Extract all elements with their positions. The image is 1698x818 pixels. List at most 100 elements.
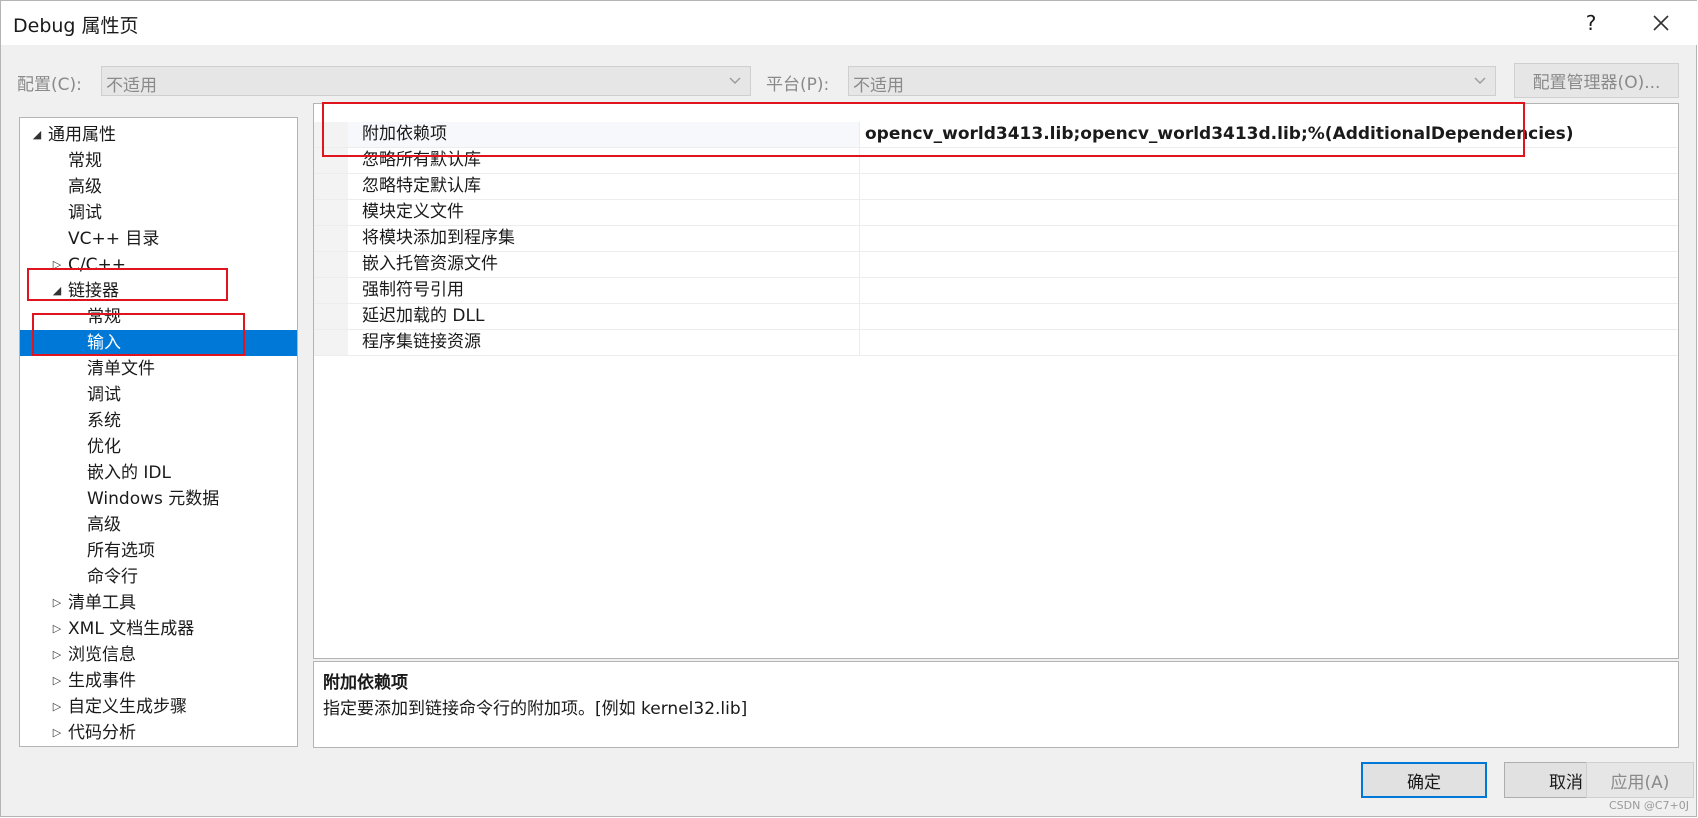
tree-item[interactable]: 命令行 [20, 564, 297, 590]
property-row[interactable]: 忽略所有默认库 [314, 148, 1678, 174]
tree-item-label: 通用属性 [48, 125, 116, 145]
tree-item-label: 常规 [68, 151, 102, 171]
property-value[interactable] [861, 226, 865, 251]
property-name: 强制符号引用 [348, 278, 860, 303]
tree-item-label: 高级 [87, 515, 121, 535]
tree-item[interactable]: 系统 [20, 408, 297, 434]
property-row[interactable]: 嵌入托管资源文件 [314, 252, 1678, 278]
row-gutter [314, 304, 348, 329]
tree-item[interactable]: ◢ 通用属性 [20, 122, 297, 148]
tree-item-label: XML 文档生成器 [68, 619, 195, 639]
apply-button: 应用(A) [1586, 762, 1694, 798]
tree-item-label: 链接器 [68, 281, 119, 301]
tree-item[interactable]: ▷ 清单工具 [20, 590, 297, 616]
property-value[interactable] [861, 304, 865, 329]
watermark: CSDN @C7+0J [1609, 799, 1689, 812]
title-bar: Debug 属性页 ? [1, 1, 1697, 45]
row-gutter [314, 174, 348, 199]
tree-item[interactable]: 清单文件 [20, 356, 297, 382]
tree-item-label: 调试 [68, 203, 102, 223]
tree-item-label: 高级 [68, 177, 102, 197]
property-name: 附加依赖项 [348, 122, 860, 147]
property-row[interactable]: 将模块添加到程序集 [314, 226, 1678, 252]
tree-item[interactable]: Windows 元数据 [20, 486, 297, 512]
expand-icon[interactable]: ▷ [50, 720, 64, 746]
tree-item[interactable]: 调试 [20, 382, 297, 408]
chevron-down-icon [1474, 77, 1486, 84]
ok-button[interactable]: 确定 [1361, 762, 1487, 798]
tree-item[interactable]: ◢ 链接器 [20, 278, 297, 304]
config-value: 不适用 [106, 76, 157, 96]
tree-item[interactable]: 优化 [20, 434, 297, 460]
tree-item-label: C/C++ [68, 255, 126, 275]
collapse-icon[interactable]: ◢ [50, 278, 64, 304]
property-row[interactable]: 延迟加载的 DLL [314, 304, 1678, 330]
property-value[interactable]: opencv_world3413.lib;opencv_world3413d.l… [861, 122, 1574, 147]
tree-item[interactable]: ▷ 自定义生成步骤 [20, 694, 297, 720]
close-button[interactable] [1641, 7, 1681, 39]
property-row[interactable]: 模块定义文件 [314, 200, 1678, 226]
property-row[interactable]: 程序集链接资源 [314, 330, 1678, 356]
tree-item-label: 命令行 [87, 567, 138, 587]
tree-item-label: 系统 [87, 411, 121, 431]
config-combo: 不适用 [101, 66, 751, 96]
property-grid[interactable]: 附加依赖项 opencv_world3413.lib;opencv_world34… [313, 103, 1679, 659]
config-label: 配置(C): [17, 75, 82, 95]
tree-item[interactable]: ▷ 生成事件 [20, 668, 297, 694]
tree-item[interactable]: 常规 [20, 148, 297, 174]
tree-item-label: 嵌入的 IDL [87, 463, 171, 483]
tree-item[interactable]: ▷ C/C++ [20, 252, 297, 278]
property-name: 模块定义文件 [348, 200, 860, 225]
property-row[interactable]: 附加依赖项 opencv_world3413.lib;opencv_world34… [314, 122, 1678, 148]
tree-item-label: 优化 [87, 437, 121, 457]
property-value[interactable] [861, 200, 865, 225]
expand-icon[interactable]: ▷ [50, 616, 64, 642]
tree-item[interactable]: 嵌入的 IDL [20, 460, 297, 486]
description-title: 附加依赖项 [323, 673, 408, 693]
tree-item[interactable]: 所有选项 [20, 538, 297, 564]
property-row[interactable]: 忽略特定默认库 [314, 174, 1678, 200]
config-manager-button: 配置管理器(O)... [1514, 63, 1679, 98]
platform-value: 不适用 [853, 76, 904, 96]
tree-item[interactable]: ▷ 浏览信息 [20, 642, 297, 668]
tree-item-label: 清单文件 [87, 359, 155, 379]
tree-item-label: 输入 [87, 333, 121, 353]
tree-item[interactable]: 高级 [20, 174, 297, 200]
tree-item-label: 浏览信息 [68, 645, 136, 665]
row-gutter [314, 200, 348, 225]
expand-icon[interactable]: ▷ [50, 668, 64, 694]
property-name: 嵌入托管资源文件 [348, 252, 860, 277]
row-gutter [314, 330, 348, 355]
property-value[interactable] [861, 174, 865, 199]
property-name: 将模块添加到程序集 [348, 226, 860, 251]
properties-dialog: Debug 属性页 ? 配置(C): 不适用 平台(P): 不适用 配置管理器(… [0, 0, 1697, 817]
property-value[interactable] [861, 278, 865, 303]
property-row[interactable]: 强制符号引用 [314, 278, 1678, 304]
description-text: 指定要添加到链接命令行的附加项。[例如 kernel32.lib] [323, 699, 748, 719]
collapse-icon[interactable]: ◢ [30, 122, 44, 148]
expand-icon[interactable]: ▷ [50, 590, 64, 616]
row-gutter [314, 252, 348, 277]
property-value[interactable] [861, 252, 865, 277]
property-tree[interactable]: ◢ 通用属性 常规 高级 调试 VC++ 目录 ▷ C/C++ ◢ 链接器 常规 输入 清单文件 调试 系统… [19, 117, 298, 747]
tree-item[interactable]: 输入 [20, 330, 297, 356]
expand-icon[interactable]: ▷ [50, 252, 64, 278]
chevron-down-icon [729, 77, 741, 84]
property-value[interactable] [861, 330, 865, 355]
tree-item[interactable]: 高级 [20, 512, 297, 538]
tree-item-label: Windows 元数据 [87, 489, 220, 509]
help-button[interactable]: ? [1571, 7, 1611, 39]
tree-item[interactable]: ▷ 代码分析 [20, 720, 297, 746]
property-name: 忽略所有默认库 [348, 148, 860, 173]
tree-item[interactable]: 常规 [20, 304, 297, 330]
expand-icon[interactable]: ▷ [50, 694, 64, 720]
platform-combo: 不适用 [848, 66, 1496, 96]
expand-icon[interactable]: ▷ [50, 642, 64, 668]
property-value[interactable] [861, 148, 865, 173]
platform-label: 平台(P): [766, 75, 830, 95]
tree-item[interactable]: ▷ XML 文档生成器 [20, 616, 297, 642]
close-icon [1653, 15, 1669, 31]
property-name: 程序集链接资源 [348, 330, 860, 355]
tree-item[interactable]: 调试 [20, 200, 297, 226]
tree-item[interactable]: VC++ 目录 [20, 226, 297, 252]
